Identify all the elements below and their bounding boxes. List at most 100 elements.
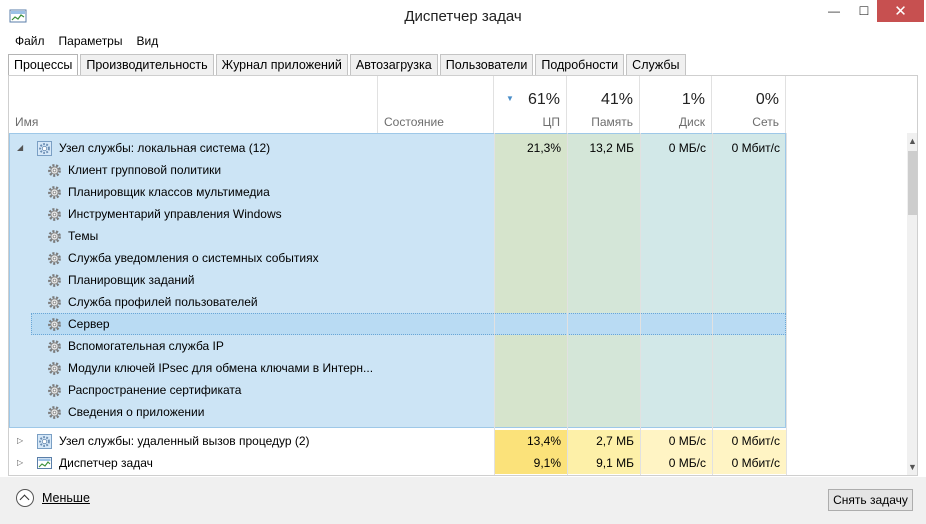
service-name: Служба профилей пользователей xyxy=(68,295,258,309)
disk-total: 1% xyxy=(681,91,705,108)
column-memory[interactable]: 41% Память xyxy=(567,76,640,133)
chevron-up-icon xyxy=(16,489,34,507)
column-network[interactable]: 0% Сеть xyxy=(712,76,786,133)
service-row[interactable]: Модули ключей IPsec для обмена ключами в… xyxy=(9,357,786,379)
service-host-icon xyxy=(37,434,52,449)
fewer-details-label: Меньше xyxy=(42,491,90,505)
service-row[interactable]: Вспомогательная служба IP xyxy=(9,335,786,357)
tab-startup[interactable]: Автозагрузка xyxy=(349,54,438,75)
close-button[interactable]: ✕ xyxy=(877,0,924,22)
scroll-up-icon[interactable]: ▲ xyxy=(907,133,917,149)
service-row[interactable]: Планировщик классов мультимедиа xyxy=(9,181,786,203)
column-memory-label: Память xyxy=(591,115,633,129)
scroll-down-icon[interactable]: ▼ xyxy=(907,459,917,475)
column-disk[interactable]: 1% Диск xyxy=(640,76,712,133)
tab-users[interactable]: Пользователи xyxy=(439,54,534,75)
column-name-label: Имя xyxy=(15,115,39,129)
service-row[interactable]: Темы xyxy=(9,225,786,247)
column-name[interactable]: Имя xyxy=(9,76,378,133)
process-name: Узел службы: удаленный вызов процедур (2… xyxy=(59,434,310,448)
service-row[interactable]: Планировщик заданий xyxy=(9,269,786,291)
service-gear-icon xyxy=(48,164,61,177)
service-name: Инструментарий управления Windows xyxy=(68,207,282,221)
cpu-total: 61% xyxy=(527,91,560,108)
column-status[interactable]: Состояние xyxy=(378,76,494,133)
vertical-scrollbar[interactable]: ▲ ▼ xyxy=(907,133,917,475)
process-disk-value: 0 МБ/с xyxy=(668,141,706,155)
maximize-button[interactable]: ☐ xyxy=(851,0,877,22)
menu-view[interactable]: Вид xyxy=(129,32,165,50)
process-cpu-value: 13,4% xyxy=(494,430,567,452)
process-cpu-value: 9,1% xyxy=(494,452,567,474)
service-name: Темы xyxy=(68,229,99,243)
service-host-icon xyxy=(37,141,52,156)
process-mem-value: 13,2 МБ xyxy=(589,141,634,155)
process-group-row[interactable]: ◢ Узел службы: локальная система (12) 21,3… xyxy=(9,137,786,159)
expand-icon[interactable]: ▷ xyxy=(17,430,29,452)
service-gear-icon xyxy=(48,186,61,199)
menu-file[interactable]: Файл xyxy=(8,32,52,50)
tab-processes[interactable]: Процессы xyxy=(8,54,79,76)
column-divider xyxy=(567,133,568,475)
tab-services[interactable]: Службы xyxy=(626,54,686,75)
process-group-row[interactable]: ▷ Узел службы: удаленный вызов процедур (… xyxy=(9,430,786,452)
service-row[interactable]: Инструментарий управления Windows xyxy=(9,203,786,225)
footer: Меньше Снять задачу xyxy=(0,477,926,524)
service-row[interactable]: Клиент групповой политики xyxy=(9,159,786,181)
service-row[interactable]: Сервер xyxy=(9,313,786,335)
tab-strip: Процессы Производительность Журнал прило… xyxy=(8,54,688,76)
minimize-button[interactable]: — xyxy=(817,0,851,22)
tab-details[interactable]: Подробности xyxy=(535,54,625,75)
expand-icon[interactable]: ▷ xyxy=(17,452,29,474)
service-name: Клиент групповой политики xyxy=(68,163,222,177)
process-name: Диспетчер задач xyxy=(59,456,153,470)
process-rows: ◢ Узел службы: локальная система (12) 21,3… xyxy=(9,133,907,475)
menu-options[interactable]: Параметры xyxy=(52,32,130,50)
column-disk-label: Диск xyxy=(678,115,705,129)
column-cpu[interactable]: ▼ 61% ЦП xyxy=(494,76,567,133)
tab-app-history[interactable]: Журнал приложений xyxy=(215,54,348,75)
service-gear-icon xyxy=(48,362,61,375)
service-row[interactable]: Распространение сертификата xyxy=(9,379,786,401)
memory-total: 41% xyxy=(600,91,633,108)
tab-performance[interactable]: Производительность xyxy=(80,54,214,75)
process-disk-value: 0 МБ/с xyxy=(640,430,712,452)
service-name: Планировщик заданий xyxy=(68,273,195,287)
menu-bar: Файл Параметры Вид xyxy=(8,32,165,50)
service-gear-icon xyxy=(48,252,61,265)
process-group-row[interactable]: ▷ Диспетчер задач 9,1% 9,1 МБ 0 МБ/с 0 Мбит/с xyxy=(9,452,786,474)
process-net-value: 0 Мбит/с xyxy=(712,452,786,474)
column-header: Имя Состояние ▼ 61% ЦП 41% Память 1% Дис… xyxy=(9,76,907,133)
end-task-button[interactable]: Снять задачу xyxy=(828,489,913,511)
window-title: Диспетчер задач xyxy=(404,8,522,25)
service-name: Сведения о приложении xyxy=(68,405,205,419)
task-manager-icon xyxy=(37,456,52,470)
service-row[interactable]: Служба профилей пользователей xyxy=(9,291,786,313)
service-name: Служба уведомления о системных событиях xyxy=(68,251,319,265)
service-gear-icon xyxy=(48,274,61,287)
service-name: Планировщик классов мультимедиа xyxy=(68,185,270,199)
service-row[interactable]: Служба уведомления о системных событиях xyxy=(9,247,786,269)
service-gear-icon xyxy=(48,340,61,353)
service-gear-icon xyxy=(48,406,61,419)
process-mem-value: 2,7 МБ xyxy=(567,430,640,452)
service-row[interactable]: Сведения о приложении xyxy=(9,401,786,423)
process-net-value: 0 Мбит/с xyxy=(731,141,780,155)
process-cpu-value: 21,3% xyxy=(526,141,561,155)
service-name: Распространение сертификата xyxy=(68,383,242,397)
scrollbar-thumb[interactable] xyxy=(908,151,917,215)
column-status-label: Состояние xyxy=(384,115,444,129)
process-name: Узел службы: локальная система (12) xyxy=(59,141,271,155)
sort-desc-icon: ▼ xyxy=(506,94,514,103)
service-gear-icon xyxy=(48,384,61,397)
service-name: Модули ключей IPsec для обмена ключами в… xyxy=(68,361,374,375)
service-name: Вспомогательная служба IP xyxy=(68,339,224,353)
column-network-label: Сеть xyxy=(752,115,779,129)
process-list-panel: Имя Состояние ▼ 61% ЦП 41% Память 1% Дис… xyxy=(8,75,918,476)
fewer-details-button[interactable]: Меньше xyxy=(16,489,90,507)
service-gear-icon xyxy=(48,296,61,309)
process-net-value: 0 Мбит/с xyxy=(712,430,786,452)
service-gear-icon xyxy=(48,230,61,243)
title-bar: Диспетчер задач — ☐ ✕ xyxy=(0,0,926,32)
collapse-icon[interactable]: ◢ xyxy=(17,137,29,159)
